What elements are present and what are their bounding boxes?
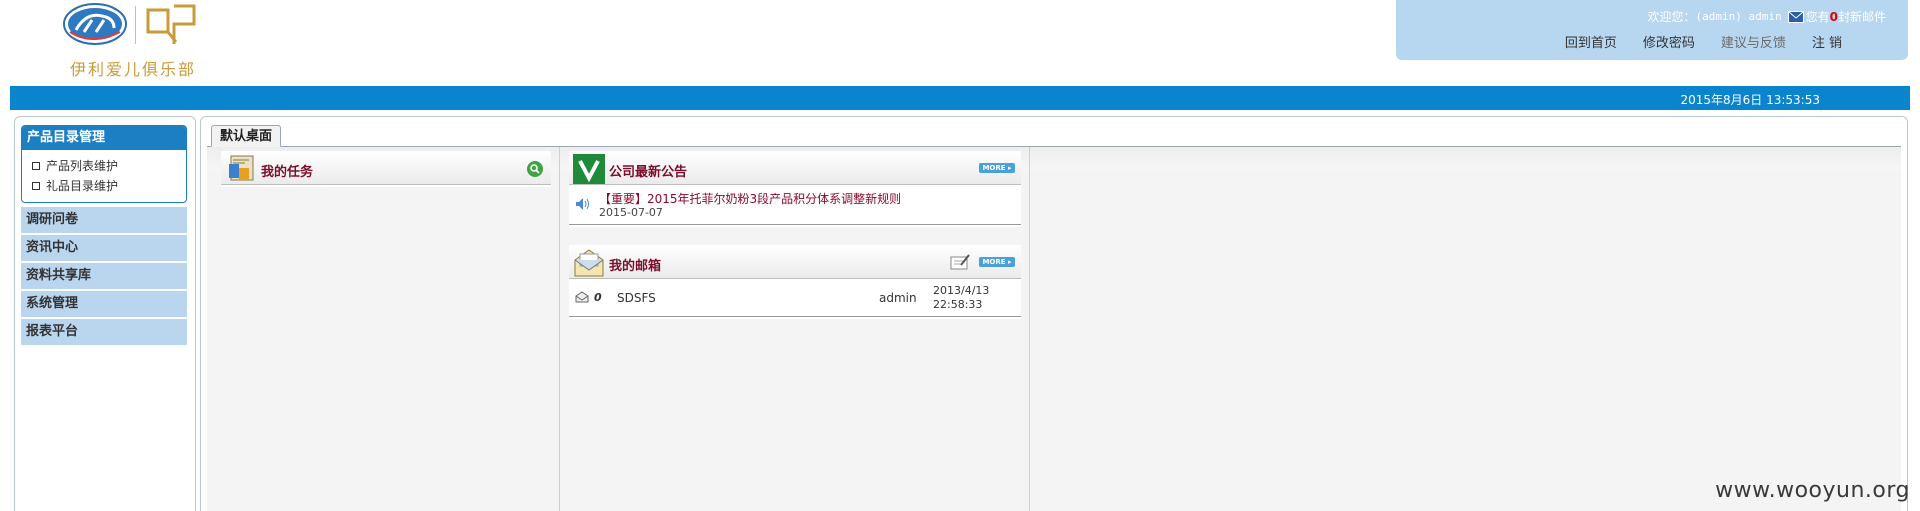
welcome-user: (admin) admin (1695, 10, 1782, 23)
desktop-area: 我的任务 公司最新公告 MORE ▸ 【重要】2015年托菲尔奶粉3段产品积分体… (207, 147, 1901, 511)
sidebar-category-shared-library[interactable]: 资料共享库 (21, 263, 187, 289)
envelope-icon (575, 291, 589, 303)
widget-header: 我的任务 (221, 151, 551, 185)
mailbox-envelope-icon (574, 249, 604, 277)
bullet-square-icon (32, 182, 40, 190)
mail-prefix[interactable]: 您有 (1806, 8, 1830, 25)
top-links: 回到首页 修改密码 建议与反馈 注 销 (1565, 32, 1842, 51)
sidebar-category-survey[interactable]: 调研问卷 (21, 207, 187, 233)
mail-sender: admin (879, 291, 917, 305)
yili-logo-icon (63, 3, 127, 45)
mail-date-day: 2013/4/13 (933, 284, 990, 297)
mail-date: 2013/4/13 22:58:33 (933, 284, 989, 312)
sidebar-category-news[interactable]: 资讯中心 (21, 235, 187, 261)
club-name: 伊利爱儿俱乐部 (70, 60, 197, 79)
bullet-square-icon (32, 162, 40, 170)
mail-subject-link[interactable]: SDSFS (617, 291, 656, 305)
list-item: 【重要】2015年托菲尔奶粉3段产品积分体系调整新规则 2015-07-07 (569, 185, 1021, 225)
tab-default-desktop[interactable]: 默认桌面 (211, 125, 282, 147)
current-datetime: 2015年8月6日 13:53:53 (1680, 93, 1820, 107)
link-logout[interactable]: 注 销 (1812, 32, 1842, 51)
sidebar-category-system[interactable]: 系统管理 (21, 291, 187, 317)
envelope-icon[interactable] (1787, 10, 1804, 23)
widget-header: 我的邮箱 MORE ▸ (569, 245, 1021, 279)
menu-sub-list: 产品列表维护 礼品目录维护 (22, 150, 186, 196)
widget-my-tasks: 我的任务 (221, 151, 551, 187)
notice-date: 2015-07-07 (599, 206, 663, 219)
sidebar-item-gift-catalog[interactable]: 礼品目录维护 (32, 176, 186, 196)
qp-logo-icon (146, 4, 196, 44)
watermark: www.wooyun.org (1715, 478, 1910, 503)
compose-icon[interactable] (949, 253, 971, 271)
user-panel: 欢迎您： (admin) admin 您有 0 封新邮件 回到首页 修改密码 建议与… (1396, 0, 1908, 60)
mail-suffix[interactable]: 封新邮件 (1838, 8, 1886, 25)
link-home[interactable]: 回到首页 (1565, 32, 1617, 51)
widget-title: 公司最新公告 (609, 165, 688, 180)
more-button[interactable]: MORE ▸ (979, 163, 1015, 173)
table-row[interactable]: 0 SDSFS admin 2013/4/13 22:58:33 (569, 279, 1021, 317)
status-bar: 2015年8月6日 13:53:53 (10, 86, 1910, 110)
widget-title: 我的任务 (261, 165, 314, 180)
column-divider (559, 147, 560, 511)
logo-divider (135, 6, 136, 44)
welcome-prefix: 欢迎您： (1647, 10, 1696, 24)
column-divider (1029, 147, 1030, 511)
notice-title-link[interactable]: 【重要】2015年托菲尔奶粉3段产品积分体系调整新规则 (599, 190, 901, 207)
menu-group-title[interactable]: 产品目录管理 (22, 126, 186, 150)
mail-date-time: 22:58:33 (933, 298, 983, 311)
widget-title: 我的邮箱 (609, 259, 662, 274)
tab-strip: 默认桌面 (207, 125, 1901, 147)
checkmark-badge-icon (573, 154, 605, 184)
more-button[interactable]: MORE ▸ (979, 257, 1015, 267)
header: 伊利爱儿俱乐部 欢迎您： (admin) admin 您有 0 封新邮件 回到首页 … (0, 0, 1920, 84)
welcome-text: 欢迎您： (admin) admin 您有 0 封新邮件 (1648, 8, 1887, 25)
search-icon[interactable] (527, 161, 543, 177)
link-change-password[interactable]: 修改密码 (1643, 32, 1695, 51)
menu-categories: 调研问卷 资讯中心 资料共享库 系统管理 报表平台 (21, 207, 187, 347)
widget-header: 公司最新公告 MORE ▸ (569, 151, 1021, 185)
logo: 伊利爱儿俱乐部 (62, 2, 212, 79)
tasks-icon (229, 155, 254, 181)
sidebar-item-label: 产品列表维护 (46, 159, 119, 173)
sidebar-item-label: 礼品目录维护 (46, 179, 119, 193)
link-feedback[interactable]: 建议与反馈 (1721, 32, 1786, 51)
sidebar: 产品目录管理 产品列表维护 礼品目录维护 调研问卷 资讯中心 资料共享库 系统管… (14, 116, 196, 511)
sidebar-category-reports[interactable]: 报表平台 (21, 319, 187, 345)
menu-group-product-catalog: 产品目录管理 产品列表维护 礼品目录维护 (21, 125, 187, 203)
main-panel: 默认桌面 我的任务 公司最新公告 MORE ▸ 【重要】2015年托菲尔奶粉3段… (200, 116, 1908, 511)
widget-my-mailbox: 我的邮箱 MORE ▸ 0 SDSFS admin 2013/4/13 22:5… (569, 245, 1021, 319)
speaker-icon (576, 198, 589, 210)
sidebar-item-product-list[interactable]: 产品列表维护 (32, 156, 186, 176)
widget-company-notice: 公司最新公告 MORE ▸ 【重要】2015年托菲尔奶粉3段产品积分体系调整新规… (569, 151, 1021, 227)
mail-count[interactable]: 0 (1830, 10, 1838, 24)
attachment-count: 0 (594, 291, 602, 304)
